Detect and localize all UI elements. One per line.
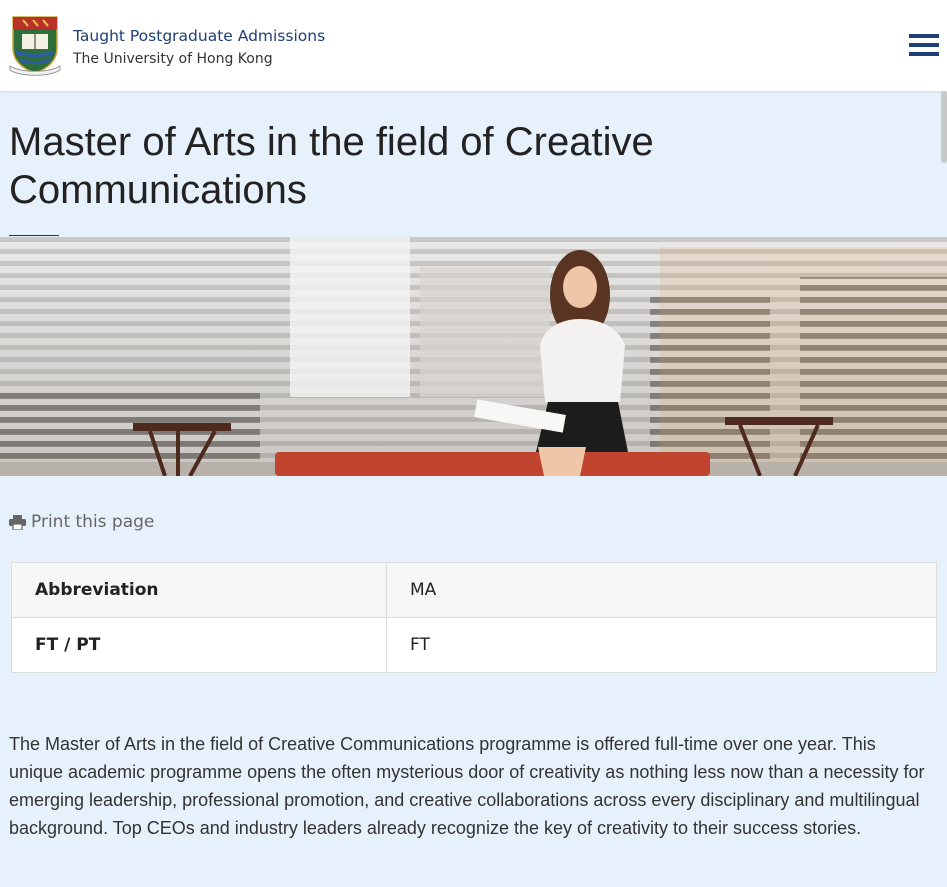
programme-info-table: Abbreviation MA FT / PT FT	[11, 562, 937, 673]
table-cell-label: Abbreviation	[11, 562, 387, 618]
site-header: Taught Postgraduate Admissions The Unive…	[0, 0, 947, 91]
print-page-link[interactable]: Print this page	[9, 510, 154, 534]
site-title[interactable]: Taught Postgraduate Admissions	[73, 27, 325, 45]
title-divider	[9, 235, 59, 236]
page: Taught Postgraduate Admissions The Unive…	[0, 0, 947, 887]
page-title: Master of Arts in the field of Creative …	[9, 120, 654, 212]
table-cell-value: FT	[386, 617, 937, 673]
table-cell-label: FT / PT	[11, 617, 387, 673]
programme-description: The Master of Arts in the field of Creat…	[9, 734, 925, 838]
print-page-label: Print this page	[31, 512, 155, 532]
table-cell-value: MA	[386, 562, 937, 618]
hamburger-menu-icon[interactable]	[909, 34, 939, 58]
scrollbar-thumb[interactable]	[941, 91, 947, 163]
table-row: Abbreviation MA	[11, 562, 937, 618]
table-row: FT / PT FT	[11, 617, 937, 673]
banner-image	[0, 237, 947, 476]
printer-icon	[9, 514, 26, 530]
university-crest-logo[interactable]	[8, 14, 62, 78]
university-name[interactable]: The University of Hong Kong	[73, 51, 273, 67]
